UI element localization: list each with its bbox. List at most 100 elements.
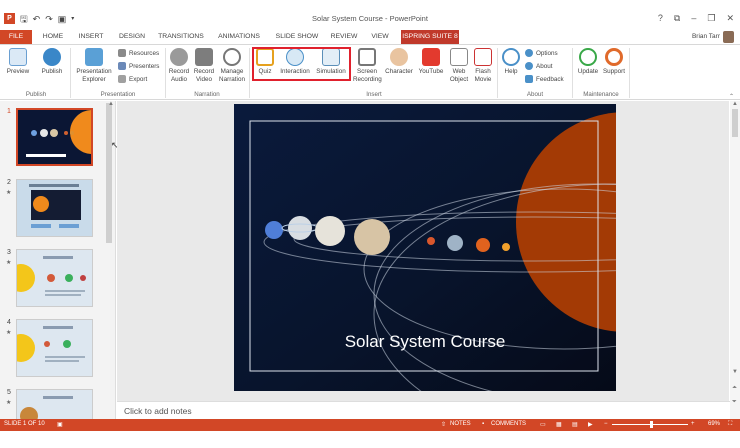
status-bar: SLIDE 1 OF 10 ▣ ⇧ NOTES ▪ COMMENTS ▭ ▦ ▤…: [0, 419, 740, 431]
insert-highlight-box: [252, 47, 351, 81]
slide-sorter-icon[interactable]: ▦: [556, 421, 562, 428]
animation-star-icon: ★: [6, 190, 12, 196]
tab-ispring-suite[interactable]: ISPRING SUITE 8: [401, 30, 459, 44]
presentation-explorer-button[interactable]: Presentation Explorer: [73, 48, 115, 83]
presenters-button[interactable]: Presenters: [118, 62, 159, 70]
tab-design[interactable]: DESIGN: [116, 30, 148, 44]
tab-animations[interactable]: ANIMATIONS: [215, 30, 263, 44]
notes-toggle-icon[interactable]: ⇧: [441, 421, 446, 428]
manage-narration-label: Manage Narration: [219, 68, 245, 83]
export-icon: [118, 75, 126, 83]
screen-recording-icon: [358, 48, 376, 66]
info-icon: [525, 62, 533, 70]
slide-scrollbar-thumb[interactable]: [732, 109, 738, 137]
web-object-label: Web Object: [449, 68, 469, 83]
next-slide-icon[interactable]: ⏷: [732, 399, 737, 406]
scroll-down-icon[interactable]: ▼: [732, 369, 738, 375]
slide-scrollbar[interactable]: ▲ ▼ ⏶ ⏷: [730, 101, 740, 419]
minimize-icon[interactable]: –: [691, 13, 696, 24]
zoom-in-icon[interactable]: +: [691, 421, 695, 427]
tab-review[interactable]: REVIEW: [329, 30, 359, 44]
notes-placeholder[interactable]: Click to add notes: [124, 406, 192, 416]
group-separator: [249, 48, 250, 98]
user-name[interactable]: Brian Tarr: [692, 33, 720, 40]
tab-slide-show[interactable]: SLIDE SHOW: [274, 30, 320, 44]
scroll-up-icon[interactable]: ▲: [108, 101, 114, 107]
flash-movie-icon: [474, 48, 492, 66]
slide-thumbnail-4[interactable]: [16, 319, 93, 377]
resources-label: Resources: [129, 49, 160, 57]
close-icon[interactable]: ✕: [726, 13, 734, 24]
feedback-button[interactable]: Feedback: [525, 75, 564, 83]
youtube-button[interactable]: YouTube: [416, 48, 446, 76]
support-label: Support: [602, 68, 626, 75]
about-button[interactable]: About: [525, 62, 552, 70]
update-icon: [579, 48, 597, 66]
thumbnail-number: 4: [7, 319, 11, 326]
slide-thumbnail-2[interactable]: [16, 179, 93, 237]
slide-count: SLIDE 1 OF 10: [4, 421, 45, 427]
slide-editing-area: Solar System Course: [117, 101, 729, 401]
ribbon-tabs: FILE HOME INSERT DESIGN TRANSITIONS ANIM…: [0, 30, 740, 44]
resources-button[interactable]: Resources: [118, 49, 159, 57]
tab-transitions[interactable]: TRANSITIONS: [157, 30, 205, 44]
support-button[interactable]: Support: [601, 48, 627, 76]
record-video-button[interactable]: Record Video: [192, 48, 216, 83]
web-object-button[interactable]: Web Object: [448, 48, 470, 83]
zoom-slider-thumb[interactable]: [650, 421, 653, 428]
thumbnail-scrollbar-thumb[interactable]: [106, 103, 112, 243]
slide-canvas[interactable]: Solar System Course: [234, 104, 616, 391]
zoom-out-icon[interactable]: −: [604, 421, 608, 427]
preview-button[interactable]: Preview: [4, 48, 32, 76]
stopwatch-icon: [223, 48, 241, 66]
animation-star-icon: ★: [6, 400, 12, 406]
collapse-ribbon-icon[interactable]: ⌃: [729, 93, 734, 100]
thumbnail-scrollbar[interactable]: [105, 103, 113, 243]
previous-slide-icon[interactable]: ⏶: [732, 385, 737, 392]
manage-narration-button[interactable]: Manage Narration: [217, 48, 247, 83]
tab-insert[interactable]: INSERT: [75, 30, 107, 44]
options-button[interactable]: Options: [525, 49, 558, 57]
slide-thumbnail-pane: 1 2 ★ 3 ★ 4 ★ 5 ★: [0, 101, 116, 419]
group-separator: [497, 48, 498, 98]
slide-thumbnail-3[interactable]: [16, 249, 93, 307]
youtube-label: YouTube: [418, 68, 444, 75]
notes-pane[interactable]: Click to add notes: [117, 401, 730, 419]
tab-view[interactable]: VIEW: [368, 30, 392, 44]
zoom-level[interactable]: 69%: [708, 421, 720, 427]
thumbnail-2-image: [17, 180, 92, 236]
window-controls: ? ⧉ – ❐ ✕: [658, 13, 734, 24]
comments-toggle[interactable]: COMMENTS: [491, 421, 526, 427]
tab-file[interactable]: FILE: [0, 30, 32, 44]
normal-view-icon[interactable]: ▭: [540, 421, 546, 428]
ribbon-display-icon[interactable]: ⧉: [674, 13, 680, 24]
avatar[interactable]: [723, 31, 734, 43]
group-about: About: [526, 91, 544, 98]
slide-title[interactable]: Solar System Course: [234, 332, 616, 352]
slide-thumbnail-5[interactable]: [16, 389, 93, 419]
webcam-icon: [195, 48, 213, 66]
flash-movie-button[interactable]: Flash Movie: [471, 48, 495, 83]
record-audio-button[interactable]: Record Audio: [167, 48, 191, 83]
reading-view-icon[interactable]: ▤: [572, 421, 578, 428]
export-button[interactable]: Export: [118, 75, 147, 83]
update-button[interactable]: Update: [575, 48, 601, 76]
thumbnail-number: 2: [7, 179, 11, 186]
comments-icon[interactable]: ▪: [482, 421, 484, 427]
fit-slide-icon[interactable]: ⛶: [728, 421, 732, 428]
publish-button[interactable]: Publish: [36, 48, 68, 76]
spellcheck-icon[interactable]: ▣: [57, 421, 63, 428]
options-label: Options: [536, 49, 558, 57]
character-button[interactable]: Character: [383, 48, 415, 76]
slide-thumbnail-1[interactable]: [16, 108, 93, 166]
screen-recording-button[interactable]: Screen Recording: [353, 48, 382, 83]
tab-home[interactable]: HOME: [40, 30, 66, 44]
help-button[interactable]: Help: [500, 48, 522, 76]
help-icon[interactable]: ?: [658, 13, 663, 24]
screen-recording-label: Screen Recording: [353, 68, 382, 83]
group-publish: Publish: [25, 91, 47, 98]
restore-icon[interactable]: ❐: [707, 13, 715, 24]
notes-toggle[interactable]: NOTES: [450, 421, 471, 427]
slide-show-icon[interactable]: ▶: [588, 421, 593, 428]
scroll-up-icon[interactable]: ▲: [732, 101, 738, 107]
